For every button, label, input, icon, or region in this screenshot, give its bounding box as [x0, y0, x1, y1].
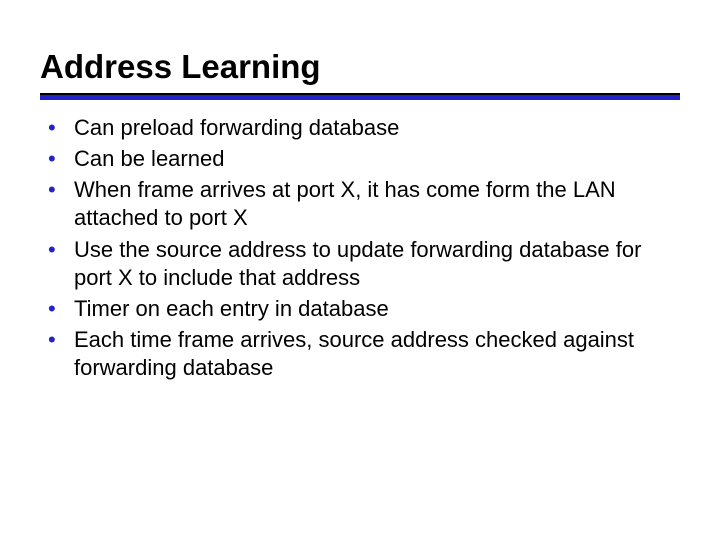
list-item: Timer on each entry in database — [40, 295, 680, 323]
slide: Address Learning Can preload forwarding … — [0, 0, 720, 425]
list-item: Can be learned — [40, 145, 680, 173]
list-item: Each time frame arrives, source address … — [40, 326, 680, 382]
bullet-list: Can preload forwarding database Can be l… — [40, 114, 680, 382]
list-item: Can preload forwarding database — [40, 114, 680, 142]
list-item: When frame arrives at port X, it has com… — [40, 176, 680, 232]
list-item: Use the source address to update forward… — [40, 236, 680, 292]
slide-title: Address Learning — [40, 48, 680, 89]
title-rule-blue — [40, 95, 680, 100]
